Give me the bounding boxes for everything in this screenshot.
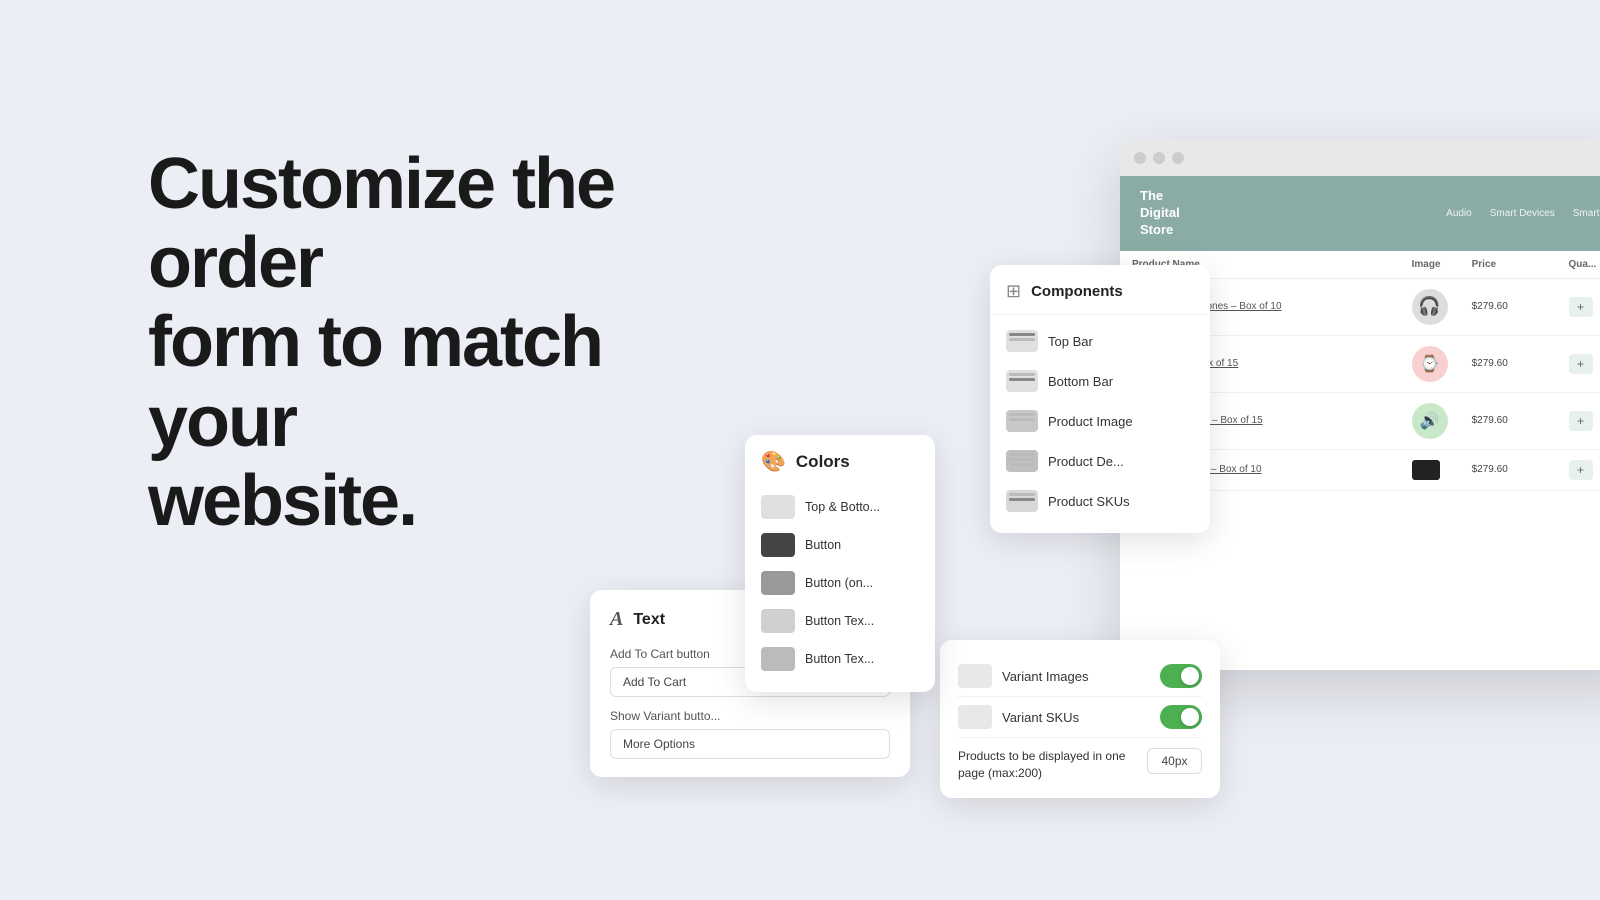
component-top-bar[interactable]: Top Bar (990, 321, 1210, 361)
variant-images-label: Variant Images (1002, 669, 1088, 684)
colors-label-button: Button (805, 538, 841, 552)
colors-label-button-text2: Button Tex... (805, 652, 874, 666)
components-title: Components (1031, 283, 1123, 300)
component-product-image[interactable]: Product Image (990, 401, 1210, 441)
colors-thumb-top-bottom (761, 495, 795, 519)
browser-dot-yellow (1153, 152, 1165, 164)
hero-section: Customize the order form to match your w… (148, 145, 728, 541)
components-icon: ⊞ (1006, 281, 1021, 302)
products-per-page-label: Products to be displayed in one page (ma… (958, 748, 1128, 782)
product-price-4: $279.60 (1460, 449, 1557, 490)
col-price: Price (1460, 251, 1557, 279)
show-variant-label: Show Variant butto... (610, 709, 890, 723)
colors-label-button-on: Button (on... (805, 576, 873, 590)
colors-header: 🎨 Colors (761, 449, 919, 474)
component-product-description[interactable]: Product De... (990, 441, 1210, 481)
variant-images-toggle[interactable] (1160, 664, 1202, 688)
component-bottom-bar[interactable]: Bottom Bar (990, 361, 1210, 401)
product-price-1: $279.60 (1460, 278, 1557, 335)
component-label-product-description: Product De... (1048, 454, 1124, 469)
colors-thumb-button (761, 533, 795, 557)
products-per-page-row: Products to be displayed in one page (ma… (958, 738, 1202, 782)
qty-btn-1[interactable]: + (1569, 297, 1593, 317)
component-label-product-image: Product Image (1048, 414, 1133, 429)
product-price-2: $279.60 (1460, 335, 1557, 392)
hero-title: Customize the order form to match your w… (148, 145, 728, 541)
store-header: The Digital Store Audio Smart Devices Sm… (1120, 176, 1600, 251)
colors-label-top-bottom: Top & Botto... (805, 500, 880, 514)
qty-btn-3[interactable]: + (1569, 411, 1593, 431)
variant-skus-thumb (958, 705, 992, 729)
components-header: ⊞ Components (990, 277, 1210, 315)
products-per-page-input[interactable] (1147, 748, 1202, 774)
component-label-bottom-bar: Bottom Bar (1048, 374, 1113, 389)
variants-panel: Variant Images Variant SKUs Products to … (940, 640, 1220, 798)
colors-button-text2[interactable]: Button Tex... (761, 640, 919, 678)
product-img-1: 🎧 (1412, 289, 1448, 325)
colors-button-on[interactable]: Button (on... (761, 564, 919, 602)
variant-images-row: Variant Images (958, 656, 1202, 697)
component-thumb-bottom-bar (1006, 370, 1038, 392)
colors-title: Colors (796, 452, 850, 472)
store-nav: Audio Smart Devices Smart Dev (1446, 208, 1600, 219)
variant-images-thumb (958, 664, 992, 688)
browser-dot-green (1172, 152, 1184, 164)
component-product-skus[interactable]: Product SKUs (990, 481, 1210, 521)
variant-skus-row: Variant SKUs (958, 697, 1202, 738)
store-logo: The Digital Store (1140, 188, 1180, 239)
colors-thumb-button-on (761, 571, 795, 595)
col-image: Image (1400, 251, 1460, 279)
colors-button-text1[interactable]: Button Tex... (761, 602, 919, 640)
variant-skus-toggle[interactable] (1160, 705, 1202, 729)
qty-btn-4[interactable]: + (1569, 460, 1593, 480)
colors-thumb-button-text1 (761, 609, 795, 633)
show-variant-input[interactable] (610, 729, 890, 759)
colors-thumb-button-text2 (761, 647, 795, 671)
variant-skus-label: Variant SKUs (1002, 710, 1079, 725)
toggle-knob-skus (1181, 708, 1199, 726)
browser-dot-red (1134, 152, 1146, 164)
product-img-2: ⌚ (1412, 346, 1448, 382)
nav-smart-dev: Smart Dev (1573, 208, 1600, 219)
nav-audio: Audio (1446, 208, 1472, 219)
component-thumb-product-image (1006, 410, 1038, 432)
palette-icon: 🎨 (761, 449, 786, 474)
col-qty: Qua... (1557, 251, 1600, 279)
component-thumb-product-description (1006, 450, 1038, 472)
colors-button[interactable]: Button (761, 526, 919, 564)
colors-top-bottom[interactable]: Top & Botto... (761, 488, 919, 526)
component-thumb-product-skus (1006, 490, 1038, 512)
colors-label-button-text1: Button Tex... (805, 614, 874, 628)
browser-titlebar (1120, 140, 1600, 176)
component-label-product-skus: Product SKUs (1048, 494, 1130, 509)
qty-btn-2[interactable]: + (1569, 354, 1593, 374)
product-img-3: 🔊 (1412, 403, 1448, 439)
components-panel: ⊞ Components Top Bar Bottom Bar Product … (990, 265, 1210, 533)
colors-panel: 🎨 Colors Top & Botto... Button Button (o… (745, 435, 935, 692)
text-panel-title: Text (633, 611, 665, 629)
toggle-knob-images (1181, 667, 1199, 685)
text-icon: A (610, 608, 623, 631)
product-img-4 (1412, 460, 1440, 480)
nav-smart-devices: Smart Devices (1490, 208, 1555, 219)
product-price-3: $279.60 (1460, 392, 1557, 449)
component-thumb-top-bar (1006, 330, 1038, 352)
component-label-top-bar: Top Bar (1048, 334, 1093, 349)
